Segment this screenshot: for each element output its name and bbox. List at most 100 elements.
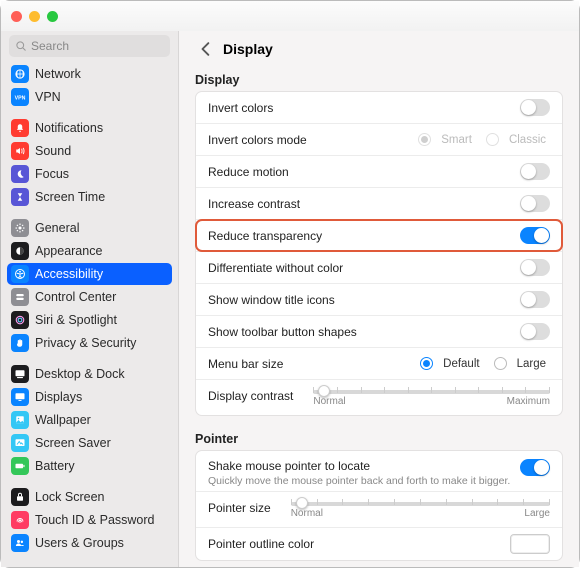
label-menubar-size: Menu bar size [208, 357, 283, 371]
row-invert-mode: Invert colors mode Smart Classic [196, 124, 562, 156]
slider-pointer-size[interactable] [291, 502, 550, 506]
label-diff-color: Differentiate without color [208, 261, 343, 275]
toggle-shake-pointer[interactable] [520, 459, 550, 476]
sidebar-item-label: Screen Time [35, 190, 105, 204]
search-icon [15, 40, 27, 52]
slider-min-pointer: Normal [291, 508, 323, 519]
page-title: Display [223, 41, 273, 57]
display-panel: Invert colors Invert colors mode Smart C… [195, 91, 563, 416]
radio-label-smart: Smart [441, 134, 472, 146]
radio-label-large: Large [517, 358, 546, 370]
label-shake: Shake mouse pointer to locate [208, 459, 520, 473]
sidebar-item-appearance[interactable]: Appearance [7, 240, 172, 262]
toggle-title-icons[interactable] [520, 291, 550, 308]
sidebar-item-focus[interactable]: Focus [7, 163, 172, 185]
globe-icon [11, 65, 29, 83]
toggle-reduce-transparency[interactable] [520, 227, 550, 244]
toggle-diff-color[interactable] [520, 259, 550, 276]
sidebar-item-users-groups[interactable]: Users & Groups [7, 532, 172, 554]
row-shake-pointer: Shake mouse pointer to locate Quickly mo… [196, 451, 562, 492]
sidebar-item-wallpaper[interactable]: Wallpaper [7, 409, 172, 431]
sidebar-item-label: Users & Groups [35, 536, 124, 550]
sidebar-item-label: Privacy & Security [35, 336, 136, 350]
sidebar-list: Network VPN VPN Notifications Sound Focus Scre… [1, 63, 178, 567]
sidebar-item-label: Touch ID & Password [35, 513, 155, 527]
label-invert-mode: Invert colors mode [208, 133, 307, 147]
row-display-contrast: Display contrast Normal Maximum [196, 380, 562, 415]
sidebar-item-accessibility[interactable]: Accessibility [7, 263, 172, 285]
sidebar-item-general[interactable]: General [7, 217, 172, 239]
close-window-button[interactable] [11, 11, 22, 22]
chevron-left-icon [199, 42, 213, 56]
toggle-increase-contrast[interactable] [520, 195, 550, 212]
row-increase-contrast: Increase contrast [196, 188, 562, 220]
toggle-reduce-motion[interactable] [520, 163, 550, 180]
sidebar-item-sound[interactable]: Sound [7, 140, 172, 162]
radio-menubar-large[interactable] [494, 357, 507, 370]
row-diff-color: Differentiate without color [196, 252, 562, 284]
row-toolbar-shapes: Show toolbar button shapes [196, 316, 562, 348]
sidebar-item-label: Appearance [35, 244, 102, 258]
search-input[interactable]: Search [9, 35, 170, 57]
sidebar-item-label: Siri & Spotlight [35, 313, 117, 327]
vpn-icon: VPN [11, 88, 29, 106]
colorwell-outline[interactable] [510, 534, 550, 554]
sidebar-item-displays[interactable]: Displays [7, 386, 172, 408]
section-title-pointer: Pointer [195, 432, 563, 446]
svg-text:VPN: VPN [15, 95, 26, 101]
sidebar-item-label: Sound [35, 144, 71, 158]
sidebar-item-desktop-dock[interactable]: Desktop & Dock [7, 363, 172, 385]
label-title-icons: Show window title icons [208, 293, 335, 307]
toggle-toolbar-shapes[interactable] [520, 323, 550, 340]
search-placeholder: Search [31, 39, 69, 53]
back-button[interactable] [195, 38, 217, 60]
sidebar-item-label: Notifications [35, 121, 103, 135]
sidebar-item-label: Control Center [35, 290, 116, 304]
sidebar-item-siri-spotlight[interactable]: Siri & Spotlight [7, 309, 172, 331]
window-titlebar [1, 1, 579, 31]
label-reduce-transparency: Reduce transparency [208, 229, 322, 243]
sidebar-item-privacy-security[interactable]: Privacy & Security [7, 332, 172, 354]
zoom-window-button[interactable] [47, 11, 58, 22]
minimize-window-button[interactable] [29, 11, 40, 22]
sidebar-item-screen-saver[interactable]: Screen Saver [7, 432, 172, 454]
sidebar-item-label: Accessibility [35, 267, 103, 281]
toggle-invert-colors[interactable] [520, 99, 550, 116]
radio-invert-smart[interactable] [418, 133, 431, 146]
radio-menubar-default[interactable] [420, 357, 433, 370]
sidebar-item-label: VPN [35, 90, 61, 104]
sidebar-item-touch-id-password[interactable]: Touch ID & Password [7, 509, 172, 531]
radio-label-default: Default [443, 358, 479, 370]
sidebar-item-control-center[interactable]: Control Center [7, 286, 172, 308]
hand-icon [11, 334, 29, 352]
row-reduce-transparency: Reduce transparency [196, 220, 562, 252]
sidebar-item-label: Lock Screen [35, 490, 104, 504]
gear-icon [11, 219, 29, 237]
display-icon [11, 388, 29, 406]
lock-icon [11, 488, 29, 506]
traffic-lights [11, 11, 58, 22]
sidebar-item-network[interactable]: Network [7, 63, 172, 85]
row-reduce-motion: Reduce motion [196, 156, 562, 188]
screensaver-icon [11, 434, 29, 452]
slider-display-contrast[interactable] [313, 390, 550, 394]
sidebar: Search Network VPN VPN Notifications Sound Fo… [1, 31, 179, 567]
sidebar-item-lock-screen[interactable]: Lock Screen [7, 486, 172, 508]
sidebar-item-screen-time[interactable]: Screen Time [7, 186, 172, 208]
siri-icon [11, 311, 29, 329]
label-increase-contrast: Increase contrast [208, 197, 300, 211]
accessibility-icon [11, 265, 29, 283]
slider-min-contrast: Normal [313, 396, 345, 407]
sidebar-item-notifications[interactable]: Notifications [7, 117, 172, 139]
sidebar-item-vpn[interactable]: VPN VPN [7, 86, 172, 108]
sidebar-item-label: Displays [35, 390, 82, 404]
wallpaper-icon [11, 411, 29, 429]
moon-icon [11, 165, 29, 183]
radio-label-classic: Classic [509, 134, 546, 146]
label-display-contrast: Display contrast [208, 389, 293, 403]
radio-invert-classic[interactable] [486, 133, 499, 146]
sub-shake: Quickly move the mouse pointer back and … [208, 475, 520, 487]
sidebar-item-battery[interactable]: Battery [7, 455, 172, 477]
sidebar-item-label: Battery [35, 459, 75, 473]
sidebar-item-label: Screen Saver [35, 436, 111, 450]
